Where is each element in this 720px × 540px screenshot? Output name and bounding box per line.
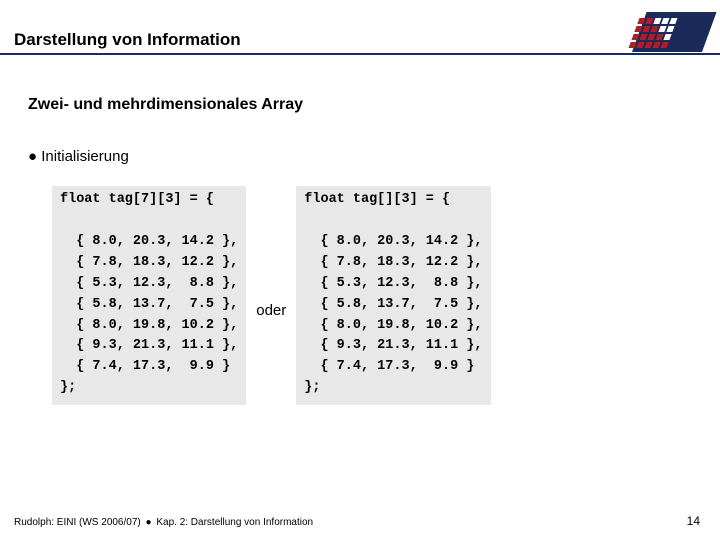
logo	[632, 12, 702, 52]
page-number: 14	[687, 514, 700, 528]
footer-author: Rudolph: EINI (WS 2006/07)	[14, 517, 141, 528]
code-comparison: float tag[7][3] = { { 8.0, 20.3, 14.2 },…	[52, 186, 700, 405]
footer-text: Rudolph: EINI (WS 2006/07) ● Kap. 2: Dar…	[14, 517, 313, 528]
code-separator-label: oder	[256, 272, 286, 319]
title-underline	[0, 53, 720, 55]
section-heading: Zwei- und mehrdimensionales Array	[28, 96, 303, 114]
code-block-right: float tag[][3] = { { 8.0, 20.3, 14.2 }, …	[296, 186, 490, 405]
bullet-text: Initialisierung	[41, 148, 129, 165]
bullet-item: ● Initialisierung	[28, 148, 129, 165]
bullet-marker-icon: ●	[28, 148, 37, 165]
footer-chapter: Kap. 2: Darstellung von Information	[156, 517, 313, 528]
footer-dot-icon: ●	[144, 517, 154, 528]
slide-header: Darstellung von Information	[0, 0, 720, 60]
code-block-left: float tag[7][3] = { { 8.0, 20.3, 14.2 },…	[52, 186, 246, 405]
slide-title: Darstellung von Information	[14, 30, 241, 50]
